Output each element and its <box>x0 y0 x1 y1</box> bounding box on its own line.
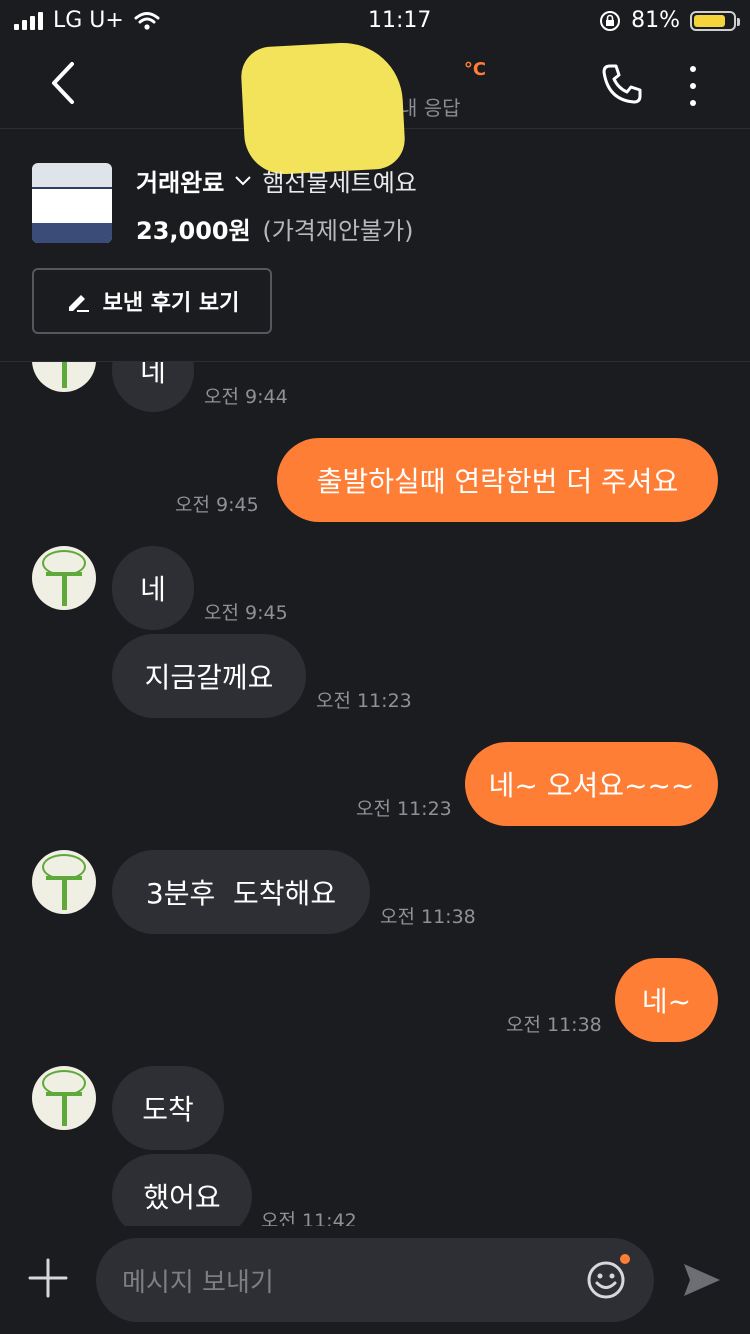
view-sent-review-button[interactable]: 보낸 후기 보기 <box>32 268 272 334</box>
battery-percent: 81% <box>631 8 680 33</box>
message-bubble-incoming[interactable]: 네 <box>112 362 194 412</box>
message-time: 오전 9:45 <box>175 494 259 516</box>
message-time: 오전 11:42 <box>261 1210 357 1226</box>
deal-status-dropdown[interactable]: 거래완료 <box>136 163 224 198</box>
orientation-lock-icon <box>600 10 621 31</box>
avatar[interactable] <box>32 1066 96 1130</box>
message-bubble-incoming[interactable]: 네 <box>112 546 194 630</box>
message-time: 오전 11:23 <box>316 690 412 712</box>
battery-icon <box>690 10 740 31</box>
message-bubble-outgoing[interactable]: 네~ 오셔요~~~ <box>465 742 718 826</box>
message-bubble-outgoing[interactable]: 네~ <box>615 958 718 1042</box>
avatar[interactable] <box>32 546 96 610</box>
manner-temperature: °C <box>463 59 487 80</box>
product-thumbnail <box>32 163 112 243</box>
notification-dot <box>620 1254 630 1264</box>
product-title: 햄선물세트예요 <box>262 169 417 197</box>
product-card[interactable]: 거래완료 햄선물세트예요 23,000원 (가격제안불가) 보낸 후기 보기 <box>0 129 750 362</box>
message-time: 오전 9:45 <box>204 602 288 624</box>
message-composer: 메시지 보내기 <box>0 1226 750 1334</box>
emoji-icon[interactable] <box>586 1260 626 1300</box>
pencil-icon <box>68 295 89 312</box>
message-bubble-incoming[interactable]: 지금갈께요 <box>112 634 306 718</box>
more-menu-icon[interactable] <box>686 66 700 106</box>
phone-icon[interactable] <box>600 62 644 106</box>
message-time: 오전 11:38 <box>506 1014 602 1036</box>
back-button[interactable] <box>44 58 84 108</box>
status-time: 11:17 <box>368 8 432 33</box>
avatar[interactable] <box>32 850 96 914</box>
wifi-icon <box>134 11 160 30</box>
message-bubble-outgoing[interactable]: 출발하실때 연락한번 더 주셔요 <box>277 438 718 522</box>
message-bubble-incoming[interactable]: 했어요 <box>112 1154 252 1226</box>
message-bubble-incoming[interactable]: 도착 <box>112 1066 224 1150</box>
message-time: 오전 11:38 <box>380 906 476 928</box>
send-icon[interactable] <box>680 1258 724 1302</box>
message-bubble-incoming[interactable]: 3분후 도착해요 <box>112 850 370 934</box>
avatar[interactable] <box>32 362 96 392</box>
carrier-label: LG U+ <box>53 8 124 33</box>
status-bar: LG U+ 11:17 81% <box>0 0 750 44</box>
message-time: 오전 11:23 <box>356 798 452 820</box>
plus-icon[interactable] <box>26 1256 70 1300</box>
product-price: 23,000원 <box>136 217 251 245</box>
message-list[interactable]: 네 오전 9:44 출발하실때 연락한번 더 주셔요 오전 9:45 네 오전 … <box>0 362 750 1226</box>
chat-header: °C 보 이내 응답 <box>0 39 750 177</box>
message-input[interactable]: 메시지 보내기 <box>96 1238 654 1322</box>
price-note: (가격제안불가) <box>262 217 414 245</box>
chevron-down-icon[interactable] <box>234 175 252 187</box>
signal-icon <box>14 11 43 30</box>
message-time: 오전 9:44 <box>204 386 288 408</box>
